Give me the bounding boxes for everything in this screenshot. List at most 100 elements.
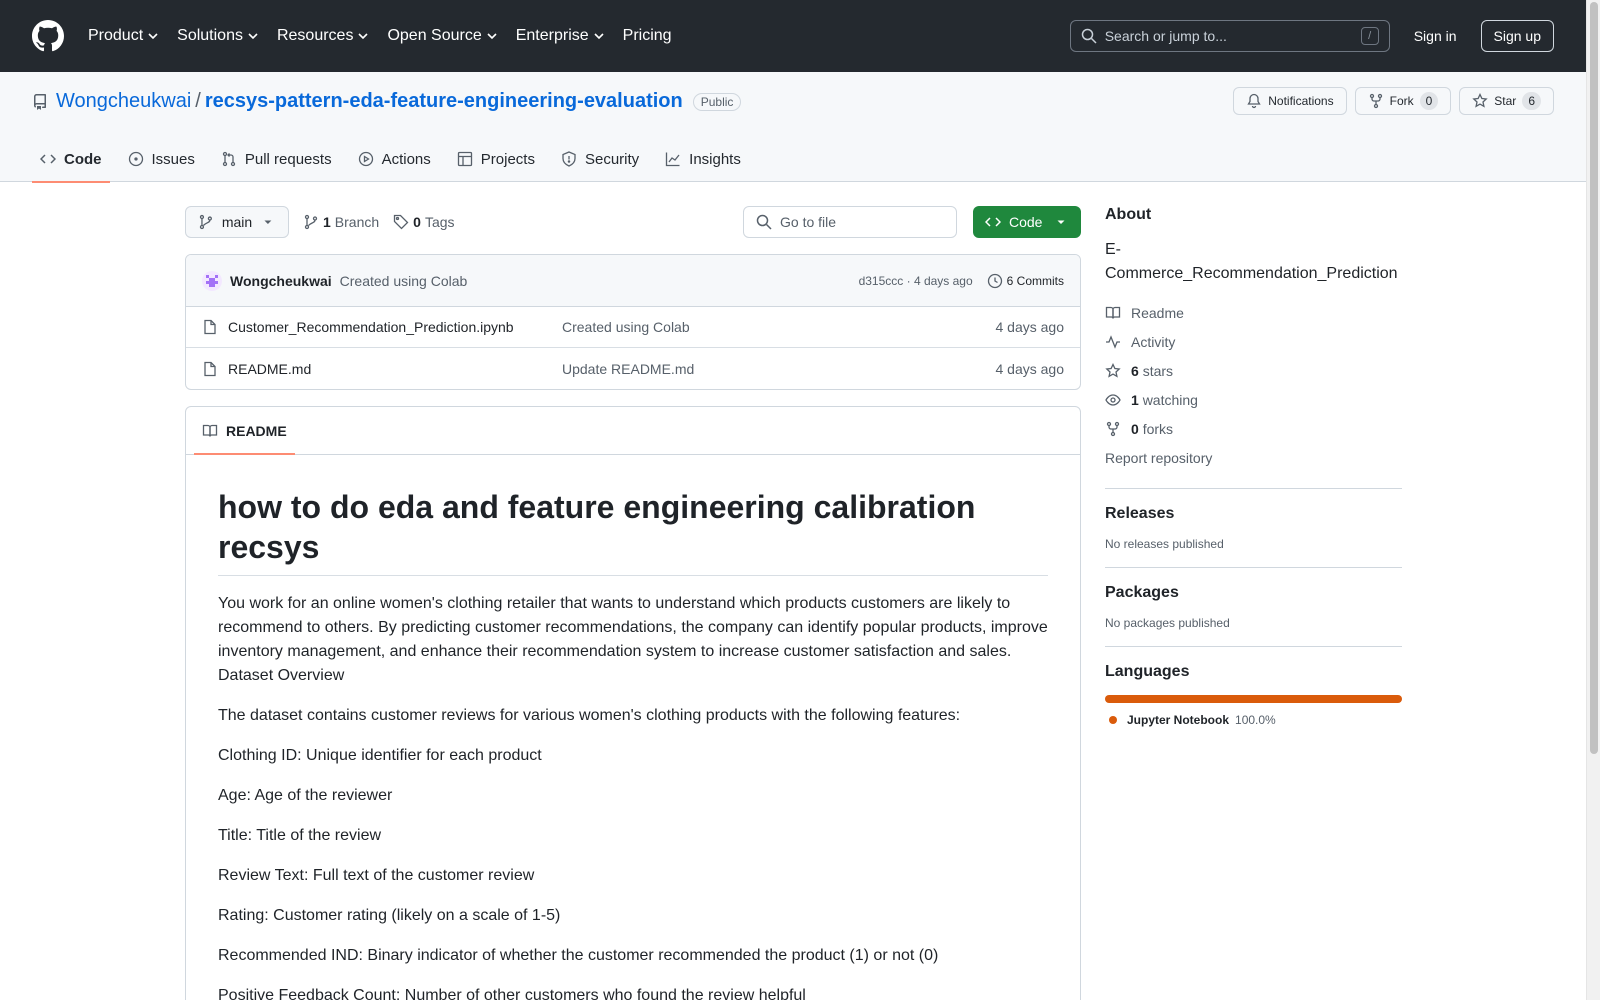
code-icon [40,154,56,164]
file-age: 4 days ago [995,360,1065,377]
branch-selector[interactable]: main [185,206,289,238]
caret-down-icon [264,220,272,224]
file-name-link[interactable]: README.md [228,361,562,377]
readme-title: how to do eda and feature engineering ca… [218,487,1048,576]
nav-product[interactable]: Product [88,27,159,45]
search-shortcut-key: / [1360,27,1379,45]
readme-paragraph: Positive Feedback Count: Number of other… [218,987,806,1000]
global-header: Product Solutions Resources Open Source … [0,0,1600,72]
readme-paragraph: Title: Title of the review [218,827,382,844]
releases-heading[interactable]: Releases [1105,505,1402,523]
history-icon [987,273,1002,288]
star-button[interactable]: Star 6 [1459,87,1554,115]
global-search-input[interactable]: Search or jump to... / [1069,20,1390,52]
fork-icon [1106,421,1120,436]
readme-paragraph: Rating: Customer rating (likely on a sca… [218,907,561,924]
code-icon [985,217,1001,227]
book-icon [202,424,218,437]
tab-code[interactable]: Code [32,136,110,183]
language-percent: 100.0% [1235,713,1276,727]
branches-link[interactable]: 1 Branch [303,214,379,230]
readme-content: how to do eda and feature engineering ca… [186,455,1080,1000]
commit-hash-age[interactable]: d315ccc · 4 days ago [859,274,973,288]
table-icon [457,151,472,167]
language-item[interactable]: Jupyter Notebook 100.0% [1105,713,1402,727]
report-repository-link[interactable]: Report repository [1105,443,1402,472]
packages-empty-text: No packages published [1105,616,1230,630]
nav-pricing[interactable]: Pricing [623,27,672,45]
file-name-link[interactable]: Customer_Recommendation_Prediction.ipynb [228,319,562,335]
stars-link[interactable]: 6 stars [1105,356,1402,385]
fork-button[interactable]: Fork 0 [1354,87,1452,115]
repo-owner-link[interactable]: Wongcheukwai [56,90,191,113]
commits-history-link[interactable]: 6 Commits [987,273,1064,289]
notifications-button[interactable]: Notifications [1233,87,1347,115]
code-button[interactable]: Code [973,206,1081,238]
commit-message-link[interactable]: Created using Colab [340,273,468,289]
tag-icon [394,214,409,230]
watchers-link[interactable]: 1 watching [1105,385,1402,414]
tab-pull-requests[interactable]: Pull requests [213,136,340,182]
search-placeholder: Search or jump to... [1104,28,1227,44]
readme-link[interactable]: Readme [1105,298,1402,327]
divider [1105,646,1402,647]
file-navigation: main 1 Branch 0 Tags Go to file Code [185,206,1081,238]
caret-down-icon [1057,220,1065,224]
commit-author-link[interactable]: Wongcheukwai [230,273,332,289]
main-content: main 1 Branch 0 Tags Go to file Code Won… [185,206,1081,1000]
nav-open-source[interactable]: Open Source [387,27,497,45]
readme-paragraph: Age: Age of the reviewer [218,787,393,804]
file-commit-link[interactable]: Update README.md [562,361,694,377]
file-row: Customer_Recommendation_Prediction.ipynb… [186,307,1080,348]
repo-tabs: Code Issues Pull requests Actions Projec… [32,136,759,183]
chevron-down-icon [487,33,497,40]
bell-icon [1247,93,1261,109]
divider [1105,567,1402,568]
file-age: 4 days ago [995,319,1065,335]
book-icon [1105,306,1121,319]
nav-resources[interactable]: Resources [277,27,369,45]
readme-paragraph: Review Text: Full text of the customer r… [218,867,535,884]
latest-commit-bar: Wongcheukwai Created using Colab d315ccc… [186,255,1080,307]
tags-link[interactable]: 0 Tags [393,214,455,230]
star-icon [1472,93,1488,108]
pulse-icon [1106,334,1120,349]
tab-readme[interactable]: README [194,408,295,455]
readme-paragraph: Clothing ID: Unique identifier for each … [218,747,542,764]
fork-count: 0 [1419,92,1439,110]
search-icon [1081,28,1097,44]
nav-enterprise[interactable]: Enterprise [516,27,605,45]
repo-path-separator: / [195,90,201,112]
divider [1105,488,1402,489]
go-to-file-input[interactable]: Go to file [743,206,957,238]
language-name: Jupyter Notebook [1127,713,1230,727]
tab-insights[interactable]: Insights [657,136,749,182]
forks-link[interactable]: 0 forks [1105,414,1402,443]
activity-link[interactable]: Activity [1105,327,1402,356]
sign-in-link[interactable]: Sign in [1414,28,1457,44]
repo-name-link[interactable]: recsys-pattern-eda-feature-engineering-e… [205,90,683,113]
search-icon [756,214,772,230]
chevron-down-icon [594,33,604,40]
file-icon [204,361,216,376]
star-icon [1105,362,1121,378]
tab-issues[interactable]: Issues [120,136,203,182]
readme-panel: README how to do eda and feature enginee… [185,406,1081,1000]
file-commit-link[interactable]: Created using Colab [562,319,690,335]
page-scrollbar[interactable] [1586,0,1600,1000]
fork-icon [1369,93,1382,109]
tab-security[interactable]: Security [553,136,647,182]
scrollbar-thumb[interactable] [1590,2,1598,754]
nav-solutions[interactable]: Solutions [177,27,259,45]
file-row: README.md Update README.md 4 days ago [186,348,1080,389]
github-logo-icon[interactable] [32,20,64,52]
packages-heading[interactable]: Packages [1105,584,1402,602]
sign-up-button[interactable]: Sign up [1480,20,1554,52]
branch-icon [304,214,318,230]
tab-actions[interactable]: Actions [350,136,439,182]
tab-projects[interactable]: Projects [449,136,543,182]
avatar[interactable] [202,270,222,291]
readme-paragraph: The dataset contains customer reviews fo… [218,707,961,724]
top-nav: Product Solutions Resources Open Source … [88,27,690,45]
star-count: 6 [1522,92,1541,110]
